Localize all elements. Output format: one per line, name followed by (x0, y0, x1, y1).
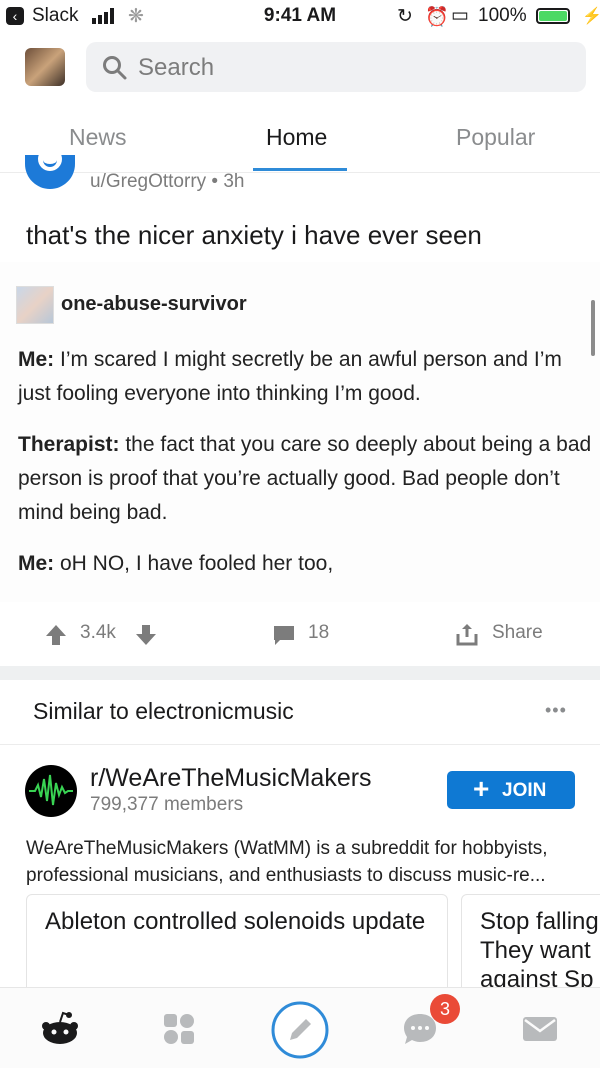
communities-icon[interactable] (163, 1013, 195, 1045)
card-title: Ableton controlled solenoids update (45, 908, 426, 935)
user-avatar[interactable] (25, 48, 65, 86)
community-description: WeAreTheMusicMakers (WatMM) is a subredd… (26, 838, 548, 886)
comment-count[interactable]: 18 (308, 622, 329, 644)
status-bar: ‹ Slack ❋ 9:41 AM ↻ ⏰ ▭ 100% ⚡ (0, 0, 600, 34)
search-input[interactable]: Search (138, 54, 214, 82)
downvote-icon[interactable] (135, 624, 157, 646)
battery-icon (536, 8, 570, 24)
section-divider (0, 744, 600, 745)
tumblr-avatar (16, 286, 54, 324)
battery-percent: 100% (478, 5, 527, 26)
alarm-icon: ⏰ (425, 7, 449, 28)
charging-icon: ⚡ (582, 8, 600, 25)
community-avatar[interactable] (25, 765, 77, 817)
upvote-count: 3.4k (80, 622, 116, 643)
more-options-icon[interactable]: ••• (545, 700, 567, 721)
quote-text: oH NO, I have fooled her too, (54, 552, 334, 575)
active-tab-indicator (253, 168, 347, 171)
speaker-label: Therapist: (18, 433, 120, 456)
tumblr-username: one-abuse-survivor (61, 293, 247, 315)
waveform-icon (29, 774, 73, 806)
scrollbar[interactable] (591, 300, 595, 356)
create-post-button[interactable] (270, 1000, 330, 1060)
community-icon[interactable] (25, 155, 75, 189)
airplay-icon: ▭ (451, 5, 469, 26)
chat-notification-badge: 3 (430, 994, 460, 1024)
join-label: JOIN (502, 780, 547, 801)
similar-section-title: Similar to electronicmusic (33, 698, 294, 724)
comment-icon[interactable] (272, 624, 296, 646)
card-title: Stop falling They want against Sp (480, 908, 599, 993)
upvote-icon[interactable] (45, 624, 67, 646)
bottom-navigation (0, 987, 600, 1068)
search-bar[interactable]: Search (86, 42, 586, 92)
community-name[interactable]: r/WeAreTheMusicMakers (90, 764, 372, 793)
post-author-meta[interactable]: u/GregOttorry • 3h (90, 171, 245, 193)
tab-home[interactable]: Home (266, 124, 327, 151)
share-icon[interactable] (455, 622, 479, 646)
search-icon (103, 56, 127, 80)
speaker-label: Me: (18, 552, 55, 575)
tab-popular[interactable]: Popular (456, 124, 535, 151)
speaker-label: Me: (18, 348, 55, 371)
quote-line-3: Me: oH NO, I have fooled her too, (18, 547, 593, 581)
plus-icon: + (473, 773, 490, 804)
reddit-home-icon[interactable] (38, 1010, 82, 1046)
quote-text: I’m scared I might secretly be an awful … (18, 348, 562, 405)
tab-news[interactable]: News (69, 124, 127, 151)
share-button[interactable]: Share (492, 622, 543, 644)
quote-line-1: Me: I’m scared I might secretly be an aw… (18, 343, 593, 411)
member-count: 799,377 members (90, 794, 244, 815)
quote-line-2: Therapist: the fact that you care so dee… (18, 428, 593, 530)
inbox-icon[interactable] (522, 1016, 558, 1042)
post-title[interactable]: that's the nicer anxiety i have ever see… (26, 220, 482, 251)
section-separator (0, 666, 600, 680)
join-button[interactable]: + JOIN (447, 771, 575, 809)
rotation-lock-icon: ↻ (397, 6, 413, 27)
